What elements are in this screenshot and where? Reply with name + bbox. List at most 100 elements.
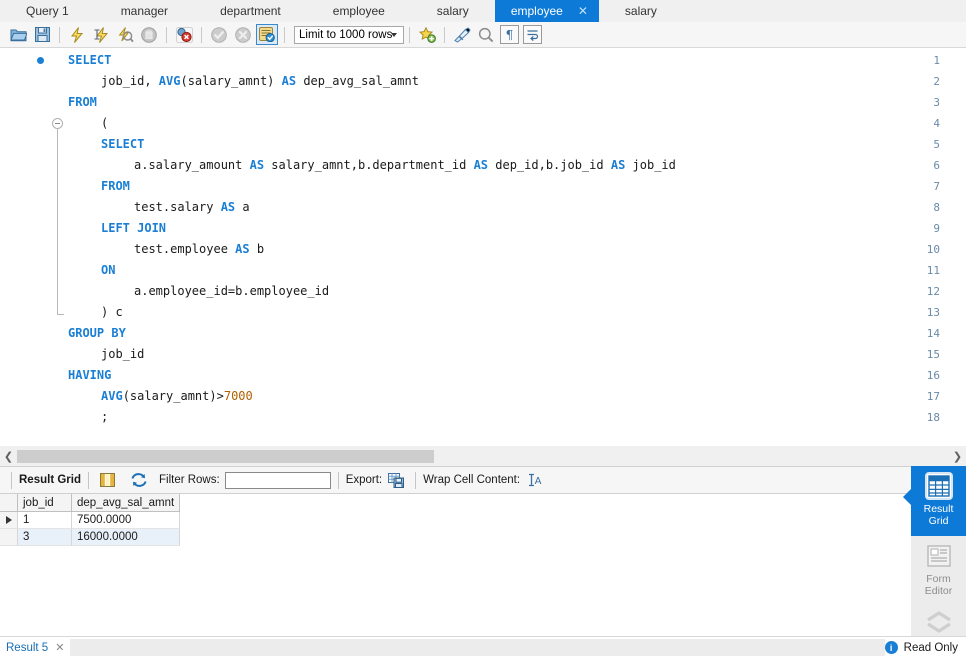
editor-gutter[interactable] <box>0 48 48 446</box>
scroll-left-icon[interactable]: ❮ <box>0 446 17 466</box>
scrollbar-track[interactable] <box>434 450 949 463</box>
toolbar-separator <box>444 26 445 43</box>
sql-function: AVG <box>158 74 181 88</box>
editor-tab-query-1-0[interactable]: Query 1 <box>0 0 95 22</box>
editor-tab-label: Query 1 <box>26 4 69 18</box>
editor-code-line[interactable]: FROM <box>101 176 130 197</box>
sql-text: b <box>249 242 265 256</box>
toolbar-separator <box>166 26 167 43</box>
editor-line-number: 18 <box>926 411 940 424</box>
result-grid-body[interactable]: 1 7500.0000 3 16000.0000 <box>0 512 911 546</box>
toggle-invisible-chars-icon[interactable]: ¶ <box>500 25 519 44</box>
editor-code-line[interactable]: SELECT <box>68 50 111 71</box>
chevron-up-icon[interactable] <box>926 611 952 622</box>
editor-horizontal-scrollbar[interactable]: ❮ ❯ <box>0 446 966 466</box>
result-grid[interactable]: job_id dep_avg_sal_amnt 1 7500.0000 3 16000.… <box>0 494 911 636</box>
editor-code-line[interactable]: ; <box>101 407 108 428</box>
status-bar-right: i Read Only <box>884 641 966 654</box>
rollback-icon[interactable] <box>232 24 254 46</box>
sql-number: 7000 <box>223 389 253 403</box>
row-selector-cell[interactable] <box>0 529 18 546</box>
result-grid-title: Result Grid <box>19 474 81 486</box>
grid-column-header[interactable]: job_id <box>18 494 72 512</box>
editor-line-number: 3 <box>933 96 940 109</box>
result-grid-header: job_id dep_avg_sal_amnt <box>0 494 911 512</box>
scroll-right-icon[interactable]: ❯ <box>949 446 966 466</box>
editor-code-line[interactable]: SELECT <box>101 134 144 155</box>
filter-rows-input[interactable] <box>224 471 331 489</box>
export-recordset-icon[interactable] <box>385 469 407 491</box>
editor-line-number: 9 <box>933 222 940 235</box>
editor-tab-salary-6[interactable]: salary <box>598 0 683 22</box>
stop-execution-icon[interactable] <box>138 24 160 46</box>
table-row[interactable]: 1 7500.0000 <box>0 512 911 529</box>
table-cell[interactable]: 1 <box>18 512 72 529</box>
editor-tab-employee-5[interactable]: employee ✕ <box>494 0 599 22</box>
toggle-stop-on-error-icon[interactable] <box>173 24 195 46</box>
grid-column-header[interactable]: dep_avg_sal_amnt <box>72 494 180 512</box>
editor-code-line[interactable]: AVG(salary_amnt)>7000 <box>101 386 253 407</box>
autocommit-icon[interactable] <box>256 24 278 45</box>
editor-code-line[interactable]: job_id <box>101 344 144 365</box>
editor-tab-department-2[interactable]: department <box>194 0 307 22</box>
editor-code-line[interactable]: ON <box>101 260 115 281</box>
chevron-down-icon[interactable] <box>926 622 952 633</box>
table-cell[interactable]: 7500.0000 <box>72 512 180 529</box>
table-cell[interactable]: 3 <box>18 529 72 546</box>
table-cell[interactable]: 16000.0000 <box>72 529 180 546</box>
row-limit-selector[interactable]: Limit to 1000 rows <box>294 25 404 44</box>
grid-columns-icon[interactable] <box>97 469 119 491</box>
editor-code-line[interactable]: ( <box>101 113 108 134</box>
editor-tab-employee-3[interactable]: employee <box>306 0 411 22</box>
code-fold-toggle-icon[interactable] <box>52 118 63 129</box>
editor-code-line[interactable]: a.salary_amount AS salary_amnt,b.departm… <box>134 155 676 176</box>
wrap-lines-icon[interactable] <box>523 25 542 44</box>
editor-code-line[interactable]: a.employee_id=b.employee_id <box>134 281 329 302</box>
editor-code-line[interactable]: GROUP BY <box>68 323 126 344</box>
find-icon[interactable] <box>475 24 497 46</box>
execute-statement-icon[interactable] <box>66 24 88 46</box>
save-script-icon[interactable] <box>31 24 53 46</box>
result-grid-view-button[interactable]: Result Grid <box>903 466 966 536</box>
toolbar-separator <box>409 26 410 43</box>
table-row[interactable]: 3 16000.0000 <box>0 529 911 546</box>
add-snippet-icon[interactable] <box>416 24 438 46</box>
row-selector-cell[interactable] <box>0 512 18 529</box>
editor-code-line[interactable]: LEFT JOIN <box>101 218 166 239</box>
editor-line-number: 6 <box>933 159 940 172</box>
beautify-sql-icon[interactable] <box>451 24 473 46</box>
sql-editor-area[interactable]: 1 SELECT 2 job_id, AVG(salary_amnt) AS dep_… <box>0 48 966 446</box>
code-fold-range-end <box>57 314 64 315</box>
editor-tab-manager-1[interactable]: manager <box>94 0 195 22</box>
editor-line-number: 7 <box>933 180 940 193</box>
editor-line-number: 17 <box>926 390 940 403</box>
commit-icon[interactable] <box>208 24 230 46</box>
open-sql-script-icon[interactable] <box>7 24 29 46</box>
view-switcher-scrollers <box>911 606 966 638</box>
editor-tab-salary-4[interactable]: salary <box>410 0 495 22</box>
wrap-cell-content-label: Wrap Cell Content: <box>423 474 521 486</box>
form-editor-view-button[interactable]: Form Editor <box>911 536 966 606</box>
export-label: Export: <box>345 474 383 486</box>
breakpoint-marker-icon[interactable] <box>37 57 44 64</box>
explain-query-icon[interactable] <box>114 24 136 46</box>
sql-text: ( <box>101 116 109 130</box>
refresh-icon[interactable] <box>128 469 150 491</box>
editor-tab-label: manager <box>120 4 169 18</box>
editor-code-line[interactable]: job_id, AVG(salary_amnt) AS dep_avg_sal_… <box>101 71 419 92</box>
close-icon[interactable]: ✕ <box>573 4 593 18</box>
scrollbar-thumb[interactable] <box>17 449 434 463</box>
result-set-tab[interactable]: Result 5 ✕ <box>0 637 70 658</box>
execute-current-statement-icon[interactable] <box>90 24 112 46</box>
toolbar-separator <box>87 471 89 489</box>
wrap-cell-content-icon[interactable]: A <box>524 469 546 491</box>
editor-code-line[interactable]: ) c <box>101 302 123 323</box>
editor-code-line[interactable]: FROM <box>68 92 97 113</box>
editor-tab-label: salary <box>436 4 469 18</box>
editor-tab-bar: Query 1 manager department employee salary em… <box>0 0 966 23</box>
editor-line-number: 10 <box>926 243 940 256</box>
close-icon[interactable]: ✕ <box>55 641 64 654</box>
editor-code-line[interactable]: test.employee AS b <box>134 239 264 260</box>
editor-code-line[interactable]: test.salary AS a <box>134 197 250 218</box>
editor-code-line[interactable]: HAVING <box>68 365 111 386</box>
